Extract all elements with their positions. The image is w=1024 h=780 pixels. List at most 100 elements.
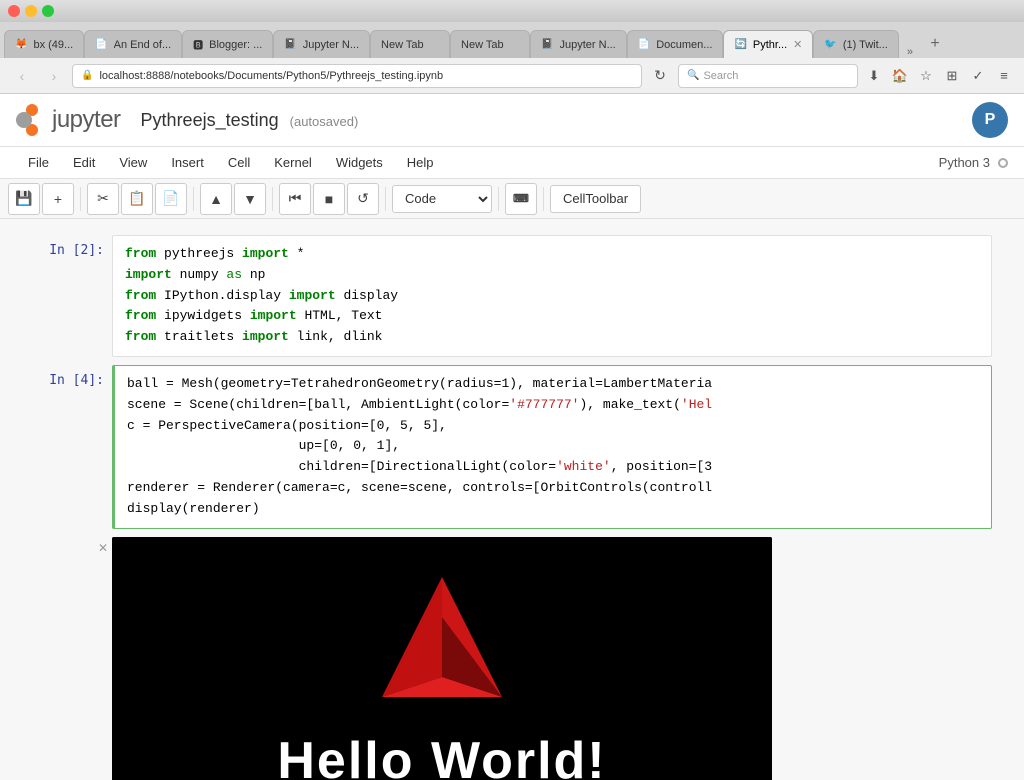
tab-close-icon[interactable]: ✕ <box>793 38 802 51</box>
cut-button[interactable]: ✂ <box>87 183 119 215</box>
nav-icons: ⬇ 🏠 ☆ ⊞ ✓ ≡ <box>862 64 1016 88</box>
back-button[interactable]: ‹ <box>8 64 36 88</box>
tab-jupyter2[interactable]: 📓 Jupyter N... <box>530 30 627 58</box>
tab-documen[interactable]: 📄 Documen... <box>627 30 724 58</box>
address-bar[interactable]: 🔒 localhost:8888/notebooks/Documents/Pyt… <box>72 64 642 88</box>
menu-help[interactable]: Help <box>395 151 446 174</box>
output-close-icon[interactable]: ✕ <box>98 541 108 555</box>
interrupt-button[interactable]: ■ <box>313 183 345 215</box>
maximize-button[interactable] <box>42 5 54 17</box>
cell-1: In [2]: from pythreejs import * import n… <box>32 235 992 357</box>
code-line: import numpy as np <box>125 265 979 286</box>
restart-button[interactable]: ↺ <box>347 183 379 215</box>
browser-frame: 🦊 bx (49... 📄 An End of... 🅱 Blogger: ..… <box>0 0 1024 780</box>
forward-button[interactable]: › <box>40 64 68 88</box>
copy-button[interactable]: 📋 <box>121 183 153 215</box>
paste-button[interactable]: 📄 <box>155 183 187 215</box>
check-icon[interactable]: ✓ <box>966 64 990 88</box>
hello-world-text: Hello World! <box>277 731 606 780</box>
lock-icon: 🔒 <box>81 70 93 81</box>
scene-background: Hello World! <box>112 537 772 780</box>
tab-blogger[interactable]: 🅱 Blogger: ... <box>182 30 273 58</box>
home-icon[interactable]: 🏠 <box>888 64 912 88</box>
search-bar[interactable]: 🔍 Search <box>678 64 858 88</box>
logo-circle-left <box>16 112 32 128</box>
cell-1-prompt: In [2]: <box>32 235 112 357</box>
tab-newtab1[interactable]: New Tab <box>370 30 450 58</box>
tab-label: An End of... <box>114 39 171 51</box>
jupyter-logo-area: jupyter Pythreejs_testing (autosaved) <box>16 104 358 136</box>
cell-type-select[interactable]: Code <box>392 185 492 213</box>
tab-pythr-active[interactable]: 🔄 Pythr... ✕ <box>723 30 813 58</box>
code-line: from ipywidgets import HTML, Text <box>125 306 979 327</box>
toolbar-separator-1 <box>80 187 81 211</box>
search-icon: 🔍 <box>687 70 699 81</box>
close-button[interactable] <box>8 5 20 17</box>
output-canvas: Hello World! <box>112 537 772 780</box>
tab-label: Pythr... <box>753 39 787 51</box>
menu-kernel[interactable]: Kernel <box>262 151 324 174</box>
move-up-button[interactable]: ▲ <box>200 183 232 215</box>
menu-insert[interactable]: Insert <box>159 151 216 174</box>
tab-bar: 🦊 bx (49... 📄 An End of... 🅱 Blogger: ..… <box>0 22 1024 58</box>
cell-1-content[interactable]: from pythreejs import * import numpy as … <box>112 235 992 357</box>
output-content: ✕ <box>112 537 992 780</box>
cell-toolbar-button[interactable]: CellToolbar <box>550 185 641 213</box>
tab-overflow[interactable]: » <box>899 46 921 58</box>
menu-cell[interactable]: Cell <box>216 151 262 174</box>
search-placeholder: Search <box>703 70 849 82</box>
notebook-area[interactable]: In [2]: from pythreejs import * import n… <box>0 219 1024 780</box>
output-image-wrapper: ✕ <box>112 537 992 780</box>
toolbar-separator-4 <box>385 187 386 211</box>
tab-icon: 📄 <box>95 39 107 50</box>
keyboard-button[interactable]: ⌨ <box>505 183 537 215</box>
minimize-button[interactable] <box>25 5 37 17</box>
tab-label: Blogger: ... <box>209 39 262 51</box>
tab-icon: 🅱 <box>193 37 203 52</box>
menu-edit[interactable]: Edit <box>61 151 107 174</box>
tab-newtab2[interactable]: New Tab <box>450 30 530 58</box>
move-down-button[interactable]: ▼ <box>234 183 266 215</box>
tab-twitter[interactable]: 🐦 (1) Twit... <box>813 30 898 58</box>
code-line: renderer = Renderer(camera=c, scene=scen… <box>127 478 979 499</box>
menu-view[interactable]: View <box>107 151 159 174</box>
code-line: display(renderer) <box>127 499 979 520</box>
download-icon[interactable]: ⬇ <box>862 64 886 88</box>
title-bar <box>0 0 1024 22</box>
tab-bx[interactable]: 🦊 bx (49... <box>4 30 84 58</box>
output-area: ✕ <box>32 537 992 780</box>
refresh-button[interactable]: ↻ <box>646 64 674 88</box>
toolbar-separator-2 <box>193 187 194 211</box>
notebook-title: Pythreejs_testing (autosaved) <box>141 110 359 131</box>
tab-anendof[interactable]: 📄 An End of... <box>84 30 182 58</box>
star-icon[interactable]: ☆ <box>914 64 938 88</box>
menu-widgets[interactable]: Widgets <box>324 151 395 174</box>
tab-icon: 🔄 <box>734 39 746 50</box>
new-tab-button[interactable]: + <box>921 30 949 58</box>
kernel-status-dot <box>998 158 1008 168</box>
toolbar-separator-5 <box>498 187 499 211</box>
tab-label: (1) Twit... <box>843 39 888 51</box>
menu-file[interactable]: File <box>16 151 61 174</box>
grid-icon[interactable]: ⊞ <box>940 64 964 88</box>
tab-icon: 📄 <box>638 39 650 50</box>
tab-icon: 📓 <box>541 39 553 50</box>
code-line: ball = Mesh(geometry=TetrahedronGeometry… <box>127 374 979 395</box>
tab-label: New Tab <box>461 39 519 51</box>
tab-icon: 📓 <box>284 39 296 50</box>
toolbar-separator-3 <box>272 187 273 211</box>
save-button[interactable]: 💾 <box>8 183 40 215</box>
run-prev-button[interactable]: ⏮ <box>279 183 311 215</box>
tab-jupyter1[interactable]: 📓 Jupyter N... <box>273 30 370 58</box>
code-line: from IPython.display import display <box>125 286 979 307</box>
cell-2-content[interactable]: ball = Mesh(geometry=TetrahedronGeometry… <box>112 365 992 529</box>
tab-label: New Tab <box>381 39 439 51</box>
jupyter-header: jupyter Pythreejs_testing (autosaved) P <box>0 94 1024 147</box>
menu-icon[interactable]: ≡ <box>992 64 1016 88</box>
kernel-indicator: Python 3 <box>939 155 1008 170</box>
tab-label: Jupyter N... <box>303 39 359 51</box>
code-line: children=[DirectionalLight(color='white'… <box>127 457 979 478</box>
add-cell-button[interactable]: + <box>42 183 74 215</box>
code-line: scene = Scene(children=[ball, AmbientLig… <box>127 395 979 416</box>
cell-2-prompt: In [4]: <box>32 365 112 529</box>
